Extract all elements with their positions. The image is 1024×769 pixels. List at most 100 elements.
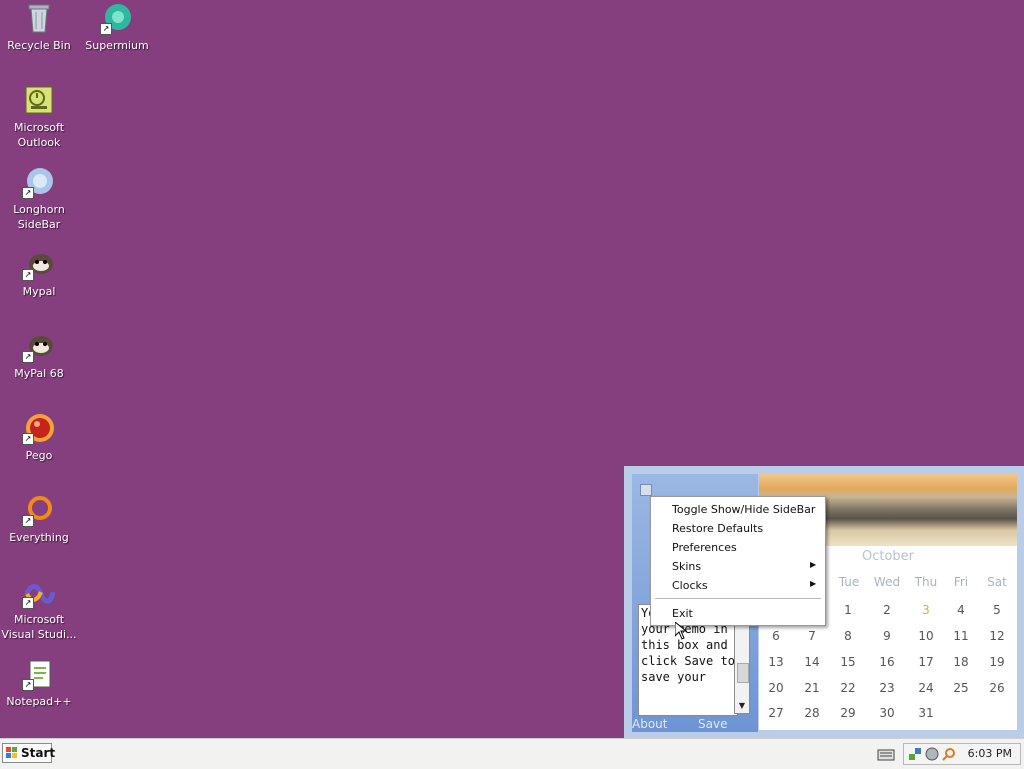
calendar-weekday: Tue <box>838 575 860 589</box>
recycle-bin-icon <box>23 2 55 34</box>
outlook-icon <box>23 84 55 116</box>
calendar-day[interactable]: 31 <box>908 706 944 720</box>
calendar-day[interactable]: 20 <box>758 681 794 695</box>
calendar-day[interactable]: 10 <box>908 629 944 643</box>
shortcut-arrow-icon: ↗ <box>22 351 34 363</box>
desktop-icon-outlook[interactable]: Microsoft Outlook <box>0 84 78 150</box>
shortcut-arrow-icon: ↗ <box>22 597 34 609</box>
calendar-day[interactable]: 29 <box>830 706 866 720</box>
desktop-icon-longhorn-sidebar[interactable]: ↗ Longhorn SideBar <box>0 166 78 232</box>
calendar-day[interactable]: 8 <box>830 629 866 643</box>
windows-logo-icon <box>6 747 17 758</box>
calendar-day[interactable]: 4 <box>943 603 979 617</box>
desktop-icon-mypal[interactable]: ↗ Mypal <box>0 248 78 299</box>
search-icon[interactable] <box>942 747 956 761</box>
menu-item-label: Skins <box>672 560 702 573</box>
calendar-day[interactable]: 19 <box>979 655 1015 669</box>
calendar-day-today[interactable]: 3 <box>908 603 944 617</box>
calendar-day[interactable]: 30 <box>869 706 905 720</box>
calendar-day[interactable]: 7 <box>794 629 830 643</box>
menu-item-label: Exit <box>672 607 693 620</box>
calendar-day[interactable]: 15 <box>830 655 866 669</box>
calendar-day[interactable]: 12 <box>979 629 1015 643</box>
shortcut-arrow-icon: ↗ <box>22 269 34 281</box>
desktop-icon-label: Microsoft Outlook <box>13 121 65 149</box>
menu-item-clocks[interactable]: Clocks ▶ <box>672 579 822 592</box>
calendar-weekday: Fri <box>953 575 969 589</box>
calendar-day[interactable]: 2 <box>869 603 905 617</box>
calendar-day[interactable]: 5 <box>979 603 1015 617</box>
menu-item-label: Restore Defaults <box>672 522 764 535</box>
start-label: Start <box>21 746 56 760</box>
calendar-day[interactable]: 11 <box>943 629 979 643</box>
shortcut-arrow-icon: ↗ <box>22 433 34 445</box>
scrollbar-thumb[interactable] <box>737 663 749 683</box>
desktop-icon-label: Recycle Bin <box>7 39 71 52</box>
desktop-icon-label: Mypal <box>22 285 56 298</box>
calendar-day[interactable]: 23 <box>869 681 905 695</box>
calendar-day[interactable]: 13 <box>758 655 794 669</box>
calendar-day[interactable]: 28 <box>794 706 830 720</box>
menu-separator <box>655 598 821 599</box>
save-link[interactable]: Save <box>698 717 727 731</box>
calendar-weekday: Thu <box>914 575 938 589</box>
volume-icon[interactable] <box>925 747 939 761</box>
menu-item-label: Preferences <box>672 541 737 554</box>
sidebar-context-menu: Toggle Show/Hide SideBar Restore Default… <box>650 496 826 626</box>
desktop-icon-label: Longhorn SideBar <box>13 203 65 231</box>
menu-item-toggle-sidebar[interactable]: Toggle Show/Hide SideBar <box>672 503 815 516</box>
shortcut-arrow-icon: ↗ <box>22 187 34 199</box>
calendar-day[interactable]: 25 <box>943 681 979 695</box>
calendar-day[interactable]: 18 <box>943 655 979 669</box>
desktop-icon-label: Pego <box>25 449 53 462</box>
taskbar-clock[interactable]: 6:03 PM <box>968 747 1012 760</box>
calendar-day[interactable]: 22 <box>830 681 866 695</box>
visual-studio-icon: ↗ <box>22 576 56 609</box>
menu-item-restore-defaults[interactable]: Restore Defaults <box>672 522 763 535</box>
desktop-icon-pego[interactable]: ↗ Pego <box>0 412 78 463</box>
calendar-day[interactable]: 14 <box>794 655 830 669</box>
scroll-down-arrow-icon[interactable]: ▼ <box>735 699 749 713</box>
calendar-day[interactable]: 1 <box>830 603 866 617</box>
calendar-day[interactable]: 17 <box>908 655 944 669</box>
desktop-icon-visual-studio[interactable]: ↗ Microsoft Visual Studi... <box>0 576 78 642</box>
supermium-icon: ↗ <box>100 2 133 35</box>
notepadpp-icon: ↗ <box>22 658 55 691</box>
calendar-day[interactable]: 9 <box>869 629 905 643</box>
desktop-icon-label: Everything <box>9 531 69 544</box>
desktop-icon-label: Supermium <box>85 39 149 52</box>
desktop-icon-recycle-bin[interactable]: Recycle Bin <box>0 2 78 53</box>
mypal68-icon: ↗ <box>22 330 55 363</box>
menu-item-label: Toggle Show/Hide SideBar <box>672 503 816 516</box>
calendar-weekday: Sat <box>987 575 1007 589</box>
desktop-icon-notepadpp[interactable]: ↗ Notepad++ <box>0 658 78 709</box>
menu-item-skins[interactable]: Skins ▶ <box>672 560 822 573</box>
sidebar-menu-grip-icon[interactable] <box>640 484 652 496</box>
submenu-arrow-icon: ▶ <box>810 579 817 588</box>
calendar-day[interactable]: 27 <box>758 706 794 720</box>
desktop-icon-everything[interactable]: ↗ Everything <box>0 494 78 545</box>
mypal-icon: ↗ <box>22 248 55 281</box>
calendar-day[interactable]: 24 <box>908 681 944 695</box>
desktop-icon-label: MyPal 68 <box>14 367 64 380</box>
start-button[interactable]: Start <box>2 743 56 763</box>
shortcut-arrow-icon: ↗ <box>22 679 34 691</box>
shortcut-arrow-icon: ↗ <box>100 23 112 35</box>
about-link[interactable]: About <box>632 717 667 731</box>
menu-item-preferences[interactable]: Preferences <box>672 541 737 554</box>
desktop-icon-label: Notepad++ <box>6 695 72 708</box>
desktop-icon-mypal68[interactable]: ↗ MyPal 68 <box>0 330 78 381</box>
longhorn-sidebar-icon: ↗ <box>22 166 55 199</box>
calendar-day[interactable]: 26 <box>979 681 1015 695</box>
submenu-arrow-icon: ▶ <box>810 560 817 569</box>
calendar-day[interactable]: 21 <box>794 681 830 695</box>
taskbar: Start 6:03 PM <box>0 738 1024 769</box>
network-icon[interactable] <box>908 747 922 761</box>
desktop-icon-supermium[interactable]: ↗ Supermium <box>78 2 156 53</box>
mouse-pointer-icon <box>675 622 687 640</box>
menu-item-exit[interactable]: Exit <box>672 607 693 620</box>
keyboard-icon[interactable] <box>877 747 895 761</box>
calendar-day[interactable]: 16 <box>869 655 905 669</box>
menu-item-label: Clocks <box>672 579 708 592</box>
calendar-day[interactable]: 6 <box>758 629 794 643</box>
